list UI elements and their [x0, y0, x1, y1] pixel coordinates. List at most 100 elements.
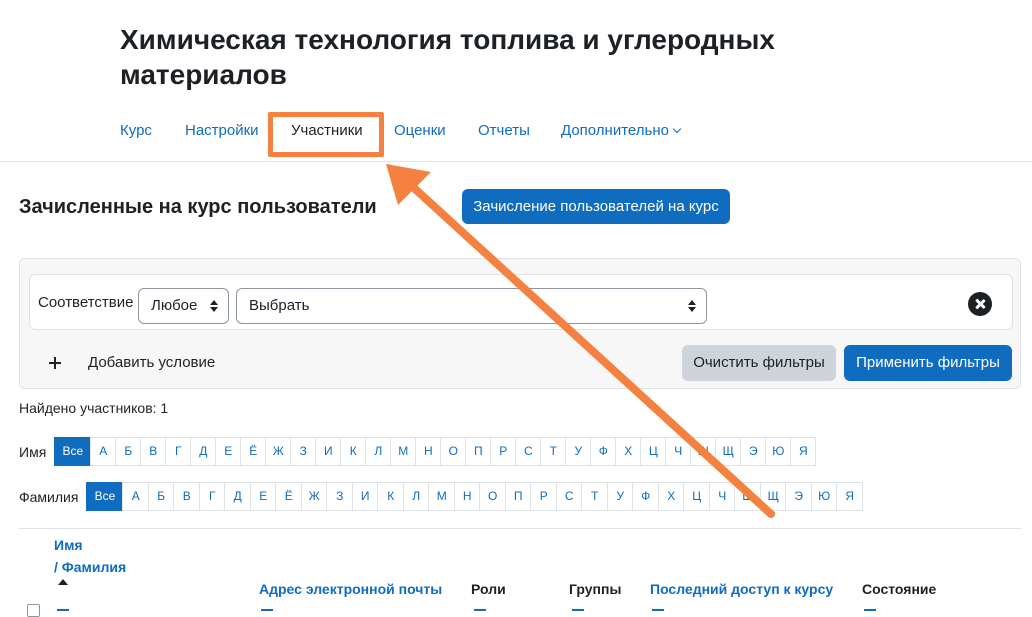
initial-letter-button[interactable]: Ф: [632, 482, 659, 511]
initial-letter-button[interactable]: Е: [249, 482, 277, 511]
initial-letter-button[interactable]: Ю: [810, 482, 838, 511]
initial-letter-button[interactable]: О: [440, 437, 467, 466]
condition-select[interactable]: Выбрать: [236, 288, 707, 324]
initial-letter-button[interactable]: Ю: [765, 437, 792, 466]
initial-letter-button[interactable]: У: [606, 482, 634, 511]
apply-filters-button[interactable]: Применить фильтры: [844, 345, 1012, 381]
page-heading: Зачисленные на курс пользователи: [19, 196, 377, 218]
initial-letter-button[interactable]: Б: [115, 437, 142, 466]
remove-condition-icon[interactable]: [968, 292, 992, 316]
initial-letter-button[interactable]: Х: [615, 437, 642, 466]
initial-letter-button[interactable]: Г: [165, 437, 192, 466]
initial-letter-button[interactable]: И: [315, 437, 342, 466]
initial-letter-button[interactable]: Ч: [665, 437, 692, 466]
initial-letter-button[interactable]: Р: [490, 437, 517, 466]
initial-letter-button[interactable]: В: [173, 482, 200, 511]
column-header-lastname[interactable]: / Фамилия: [54, 559, 126, 575]
collapse-column-icon[interactable]: [57, 609, 69, 611]
initial-letter-button[interactable]: Ц: [683, 482, 710, 511]
annotation-arrow-head: [386, 164, 431, 205]
initial-letter-button[interactable]: Т: [581, 482, 608, 511]
collapse-column-icon[interactable]: [652, 609, 664, 611]
condition-select-value: Выбрать: [249, 297, 310, 314]
initial-letter-button[interactable]: Ж: [265, 437, 292, 466]
initial-letter-button[interactable]: Х: [657, 482, 685, 511]
filter-condition-row: Соответствие Любое Выбрать: [29, 274, 1013, 330]
sort-ascending-icon: [58, 579, 68, 585]
collapse-column-icon[interactable]: [572, 609, 584, 611]
initial-letter-button[interactable]: Л: [402, 482, 430, 511]
initial-letter-button[interactable]: Б: [147, 482, 175, 511]
nav-item-reports[interactable]: Отчеты: [478, 112, 530, 150]
initial-letter-button[interactable]: П: [465, 437, 492, 466]
initial-letter-button[interactable]: Э: [740, 437, 767, 466]
initial-letter-button[interactable]: А: [122, 482, 149, 511]
match-select[interactable]: Любое: [138, 288, 229, 324]
collapse-column-icon[interactable]: [474, 609, 486, 611]
initial-letter-button[interactable]: Ш: [690, 437, 717, 466]
column-header-firstname[interactable]: Имя: [54, 537, 83, 553]
select-arrows-icon: [688, 300, 696, 312]
initial-letter-button[interactable]: М: [390, 437, 417, 466]
nav-item-grades[interactable]: Оценки: [394, 112, 446, 150]
initial-letter-button[interactable]: П: [504, 482, 532, 511]
initial-letter-button[interactable]: Л: [365, 437, 392, 466]
initial-letter-button[interactable]: Ш: [734, 482, 761, 511]
clear-filters-button[interactable]: Очистить фильтры: [682, 345, 836, 381]
initial-letter-button[interactable]: И: [351, 482, 379, 511]
nav-item-more[interactable]: Дополнительно: [561, 112, 682, 150]
initial-letter-button[interactable]: М: [428, 482, 455, 511]
nav-item-settings[interactable]: Настройки: [185, 112, 259, 150]
initial-letter-button[interactable]: К: [340, 437, 367, 466]
chevron-down-icon: [672, 124, 682, 134]
initial-letter-button[interactable]: Ф: [590, 437, 617, 466]
initial-letter-button[interactable]: Я: [836, 482, 863, 511]
annotation-highlight-box: [268, 112, 384, 157]
column-header-email[interactable]: Адрес электронной почты: [259, 581, 442, 597]
initial-all-button[interactable]: Все: [86, 482, 124, 511]
enrol-users-button[interactable]: Зачисление пользователей на курс: [462, 189, 730, 224]
initial-letter-button[interactable]: Д: [190, 437, 217, 466]
initial-letter-button[interactable]: Щ: [715, 437, 742, 466]
select-all-checkbox[interactable]: [27, 604, 40, 617]
initial-letter-button[interactable]: А: [90, 437, 117, 466]
column-header-lastaccess[interactable]: Последний доступ к курсу: [650, 581, 833, 597]
column-header-roles: Роли: [471, 581, 506, 597]
initial-letter-button[interactable]: Ц: [640, 437, 667, 466]
initial-letter-button[interactable]: К: [377, 482, 404, 511]
initial-letter-button[interactable]: Т: [540, 437, 567, 466]
initial-letter-button[interactable]: Э: [785, 482, 812, 511]
plus-icon: [46, 346, 66, 380]
initial-letter-button[interactable]: Г: [198, 482, 226, 511]
initial-letter-button[interactable]: Д: [224, 482, 251, 511]
firstname-initials-label: Имя: [19, 443, 47, 460]
match-select-value: Любое: [151, 297, 198, 314]
participants-count: Найдено участников: 1: [19, 400, 169, 416]
initial-letter-button[interactable]: З: [326, 482, 353, 511]
initial-letter-button[interactable]: У: [565, 437, 592, 466]
initial-letter-button[interactable]: Щ: [759, 482, 787, 511]
collapse-column-icon[interactable]: [864, 609, 876, 611]
initial-letter-button[interactable]: В: [140, 437, 167, 466]
initial-letter-button[interactable]: Ж: [300, 482, 328, 511]
initial-letter-button[interactable]: Ё: [275, 482, 302, 511]
initial-all-button[interactable]: Все: [54, 437, 92, 466]
initial-letter-button[interactable]: Н: [453, 482, 481, 511]
nav-item-course[interactable]: Курс: [120, 112, 152, 150]
initial-letter-button[interactable]: С: [555, 482, 583, 511]
initial-letter-button[interactable]: О: [479, 482, 506, 511]
firstname-initials-bar: Имя Все А Б В Г Д Е Ё Ж З И К Л М Н О П Р С Т У Ф Х Ц Ч Ш Щ Э Ю Я: [19, 437, 817, 466]
initial-letter-button[interactable]: Е: [215, 437, 242, 466]
initial-letter-button[interactable]: З: [290, 437, 317, 466]
initial-letter-button[interactable]: Ё: [240, 437, 267, 466]
initial-letter-button[interactable]: Ч: [708, 482, 736, 511]
lastname-initials-label: Фамилия: [19, 488, 79, 505]
initial-letter-button[interactable]: Я: [790, 437, 817, 466]
initial-letter-button[interactable]: Н: [415, 437, 442, 466]
collapse-column-icon[interactable]: [261, 609, 273, 611]
initial-letter-button[interactable]: Р: [530, 482, 557, 511]
firstname-letters: Все А Б В Г Д Е Ё Ж З И К Л М Н О П Р С Т У Ф Х Ц Ч Ш Щ Э Ю Я: [54, 437, 817, 466]
column-header-status: Состояние: [862, 581, 937, 597]
initial-letter-button[interactable]: С: [515, 437, 542, 466]
column-header-groups: Группы: [569, 581, 622, 597]
